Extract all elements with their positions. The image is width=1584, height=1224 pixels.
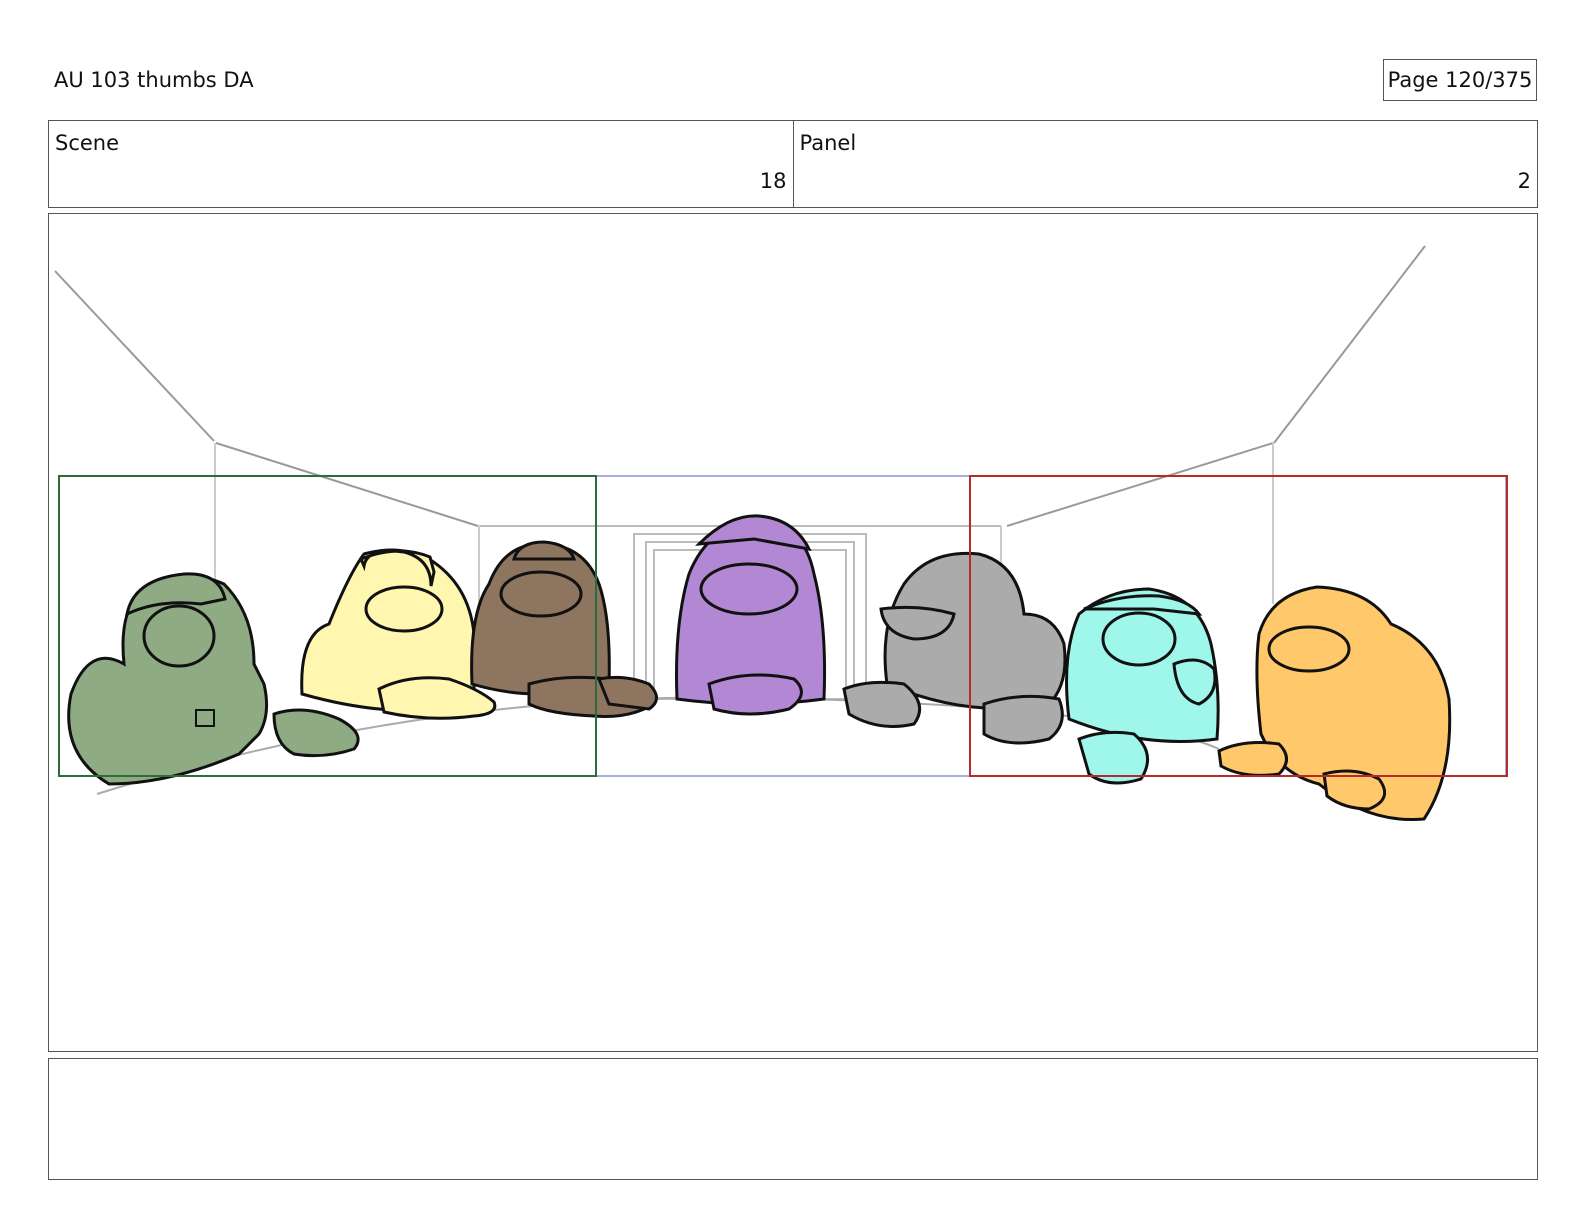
yellow-character	[300, 548, 497, 720]
storyboard-panel	[48, 213, 1538, 1052]
cyan-character	[1065, 587, 1220, 785]
panel-cell: Panel 2	[792, 121, 1538, 207]
brown-character	[470, 540, 658, 718]
gray-character	[842, 551, 1067, 745]
document-title: AU 103 thumbs DA	[54, 68, 254, 92]
page-counter-label: Page 120/375	[1387, 68, 1533, 92]
scene-cell: Scene 18	[49, 121, 793, 207]
purple-character	[675, 514, 827, 716]
page-counter: Page 120/375	[1383, 59, 1537, 101]
panel-value: 2	[1517, 169, 1531, 193]
panel-label: Panel	[799, 131, 857, 155]
panel-notes	[48, 1058, 1538, 1180]
scene-value: 18	[759, 169, 787, 193]
storyboard-drawing	[54, 245, 1508, 822]
orange-character	[1217, 585, 1452, 822]
scene-label: Scene	[55, 131, 120, 155]
scene-panel-row: Scene 18 Panel 2	[48, 120, 1538, 208]
